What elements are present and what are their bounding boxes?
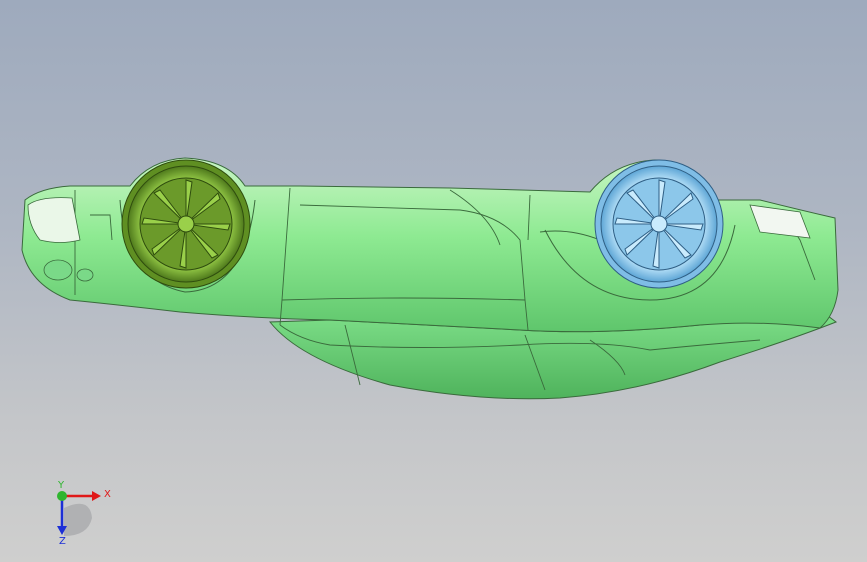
y-axis-label: Y — [57, 480, 65, 491]
orientation-triad[interactable]: X Y Z — [40, 478, 120, 548]
x-axis-label: X — [104, 489, 111, 500]
x-axis-arrow — [62, 491, 101, 501]
z-axis-label: Z — [59, 536, 66, 547]
rear-wheel[interactable] — [594, 159, 724, 289]
triad-shadow — [64, 503, 92, 536]
fog-lamp — [76, 268, 94, 282]
fog-lamp — [43, 259, 73, 281]
y-axis-dot — [57, 491, 67, 501]
car-body-model[interactable] — [0, 0, 867, 562]
front-wheel[interactable] — [121, 159, 251, 289]
graphics-viewport[interactable]: X Y Z — [0, 0, 867, 562]
